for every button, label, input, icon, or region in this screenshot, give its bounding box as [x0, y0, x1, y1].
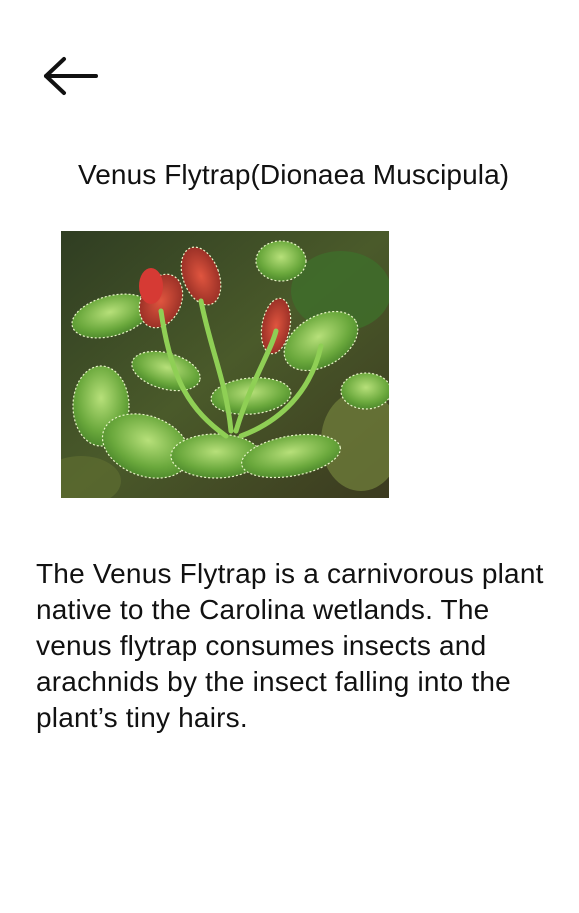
- plant-photo: [61, 231, 389, 498]
- plant-description: The Venus Flytrap is a carnivorous plant…: [36, 558, 544, 733]
- arrow-left-icon: [40, 54, 100, 98]
- back-button[interactable]: [38, 50, 102, 102]
- page-title: Venus Flytrap(Dionaea Muscipula): [78, 159, 510, 190]
